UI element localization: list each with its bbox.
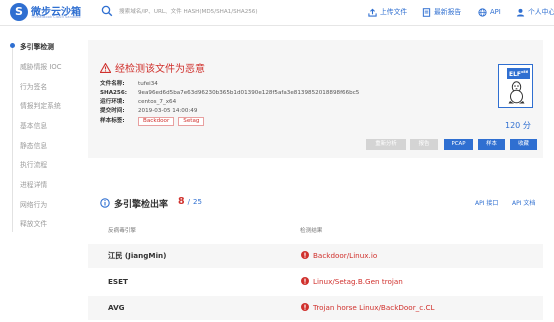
meta-value: 2019-03-05 14:00:49 <box>138 108 198 114</box>
brand-subtitle: ThreatBook Cloud Sandbox <box>31 15 81 19</box>
pcap-label: PCAP <box>451 141 466 147</box>
detection-title: 多引擎检出率 <box>114 200 169 210</box>
sidebar-item-ioc[interactable]: 威胁情报 IOC <box>20 61 61 71</box>
upload-label: 上传文件 <box>380 8 408 16</box>
detection-result: Trojan horse Linux/BackDoor_c.CL <box>301 303 435 312</box>
result-text: Linux/Setag.B.Gen trojan <box>313 277 403 286</box>
sidebar-item-signatures[interactable]: 行为签名 <box>20 81 47 91</box>
search-input[interactable] <box>119 6 329 18</box>
sidebar-item-intel-judgement[interactable]: 情报判定系统 <box>20 100 61 110</box>
meta-tags: 样本标签: Backdoor Setag <box>100 117 208 126</box>
info-icon <box>100 198 110 208</box>
search-icon[interactable] <box>101 5 113 17</box>
sidebar-item-process-details[interactable]: 进程详情 <box>20 179 47 189</box>
search-box <box>101 5 329 20</box>
report-label: 报告 <box>418 141 430 147</box>
meta-label: 运行环境: <box>100 99 125 105</box>
upload-link[interactable]: 上传文件 <box>368 6 407 18</box>
verdict-panel: 经检测该文件为恶意 文件名称: tufei34 SHA256: 9ea96ed6d5… <box>88 40 543 158</box>
reanalyze-label: 重新分析 <box>375 141 397 147</box>
sidebar-item-basic-info[interactable]: 基本信息 <box>20 120 47 130</box>
sidebar-item-multi-engine[interactable]: 多引擎检测 <box>20 41 54 51</box>
meta-label: 提交时间: <box>100 108 125 114</box>
api-link[interactable]: API <box>478 6 501 18</box>
api-label: API <box>490 8 501 16</box>
favorite-label: 收藏 <box>518 141 529 147</box>
elf-file-icon: ELFx86 <box>498 64 533 108</box>
globe-icon <box>478 7 487 17</box>
report-icon <box>422 7 431 17</box>
engine-name: 江民 (JiangMin) <box>108 251 167 260</box>
top-bar: S 微步云沙箱 ThreatBook Cloud Sandbox 上传文件 最新… <box>0 0 554 26</box>
meta-value[interactable]: 9ea96ed6d5ba7e63d96230b365b1d01390e128f5… <box>138 90 359 96</box>
sidebar-item-static-info[interactable]: 静态信息 <box>20 140 47 150</box>
tag-setag[interactable]: Setag <box>178 117 205 126</box>
meta-value: centos_7_x64 <box>138 99 177 105</box>
report-button[interactable]: 报告 <box>410 139 438 150</box>
pcap-button[interactable]: PCAP <box>444 139 473 150</box>
meta-submit-time: 提交时间: 2019-03-05 14:00:49 <box>100 107 197 116</box>
user-center-link[interactable]: 个人中心 <box>516 6 554 18</box>
file-type-text: ELF <box>509 71 522 78</box>
verdict-text: 经检测该文件为恶意 <box>115 64 205 75</box>
col-engine: 反病毒引擎 <box>108 228 136 234</box>
detection-result: Linux/Setag.B.Gen trojan <box>301 277 403 286</box>
meta-environment: 运行环境: centos_7_x64 <box>100 98 176 107</box>
result-text: Trojan horse Linux/BackDoor_c.CL <box>313 303 435 312</box>
result-text: Backdoor/Linux.io <box>313 251 378 260</box>
file-score: 120 分 <box>505 121 531 130</box>
sidebar-item-network[interactable]: 网络行为 <box>20 199 47 209</box>
logo-mark: S <box>10 3 28 21</box>
count-separator: / <box>187 198 191 206</box>
user-center-label: 个人中心 <box>528 8 554 16</box>
table-row: ESET Linux/Setag.B.Gen trojan <box>88 270 543 294</box>
engine-name: ESET <box>108 277 128 286</box>
meta-sha256: SHA256: 9ea96ed6d5ba7e63d96230b365b1d0139… <box>100 89 359 98</box>
table-row: 江民 (JiangMin) Backdoor/Linux.io <box>88 244 543 268</box>
reports-link[interactable]: 最新报告 <box>422 6 461 18</box>
sample-button[interactable]: 样本 <box>478 139 505 150</box>
meta-label: 文件名称: <box>100 81 125 87</box>
table-header: 反病毒引擎 检测结果 <box>88 222 543 236</box>
alert-icon <box>301 277 309 285</box>
alert-icon <box>301 251 309 259</box>
file-arch-text: x86 <box>521 70 529 74</box>
api-doc-link[interactable]: API 文档 <box>512 198 535 207</box>
meta-filename: 文件名称: tufei34 <box>100 80 158 89</box>
table-row: AVG Trojan horse Linux/BackDoor_c.CL <box>88 296 543 320</box>
meta-label: 样本标签: <box>100 118 125 124</box>
reports-label: 最新报告 <box>434 8 462 16</box>
sidebar: 多引擎检测 威胁情报 IOC 行为签名 情报判定系统 基本信息 静态信息 执行流… <box>0 34 88 234</box>
meta-value: tufei34 <box>138 81 158 87</box>
sidebar-item-dropped-files[interactable]: 释放文件 <box>20 218 47 228</box>
reanalyze-button[interactable]: 重新分析 <box>366 139 406 150</box>
meta-label: SHA256: <box>100 90 127 96</box>
favorite-button[interactable]: 收藏 <box>510 139 537 150</box>
user-icon <box>516 8 525 17</box>
active-indicator <box>10 43 15 48</box>
sidebar-item-execution-flow[interactable]: 执行流程 <box>20 159 47 169</box>
linux-penguin-icon <box>508 81 525 104</box>
api-interface-link[interactable]: API 接口 <box>475 198 498 207</box>
sample-label: 样本 <box>486 141 497 147</box>
detection-result: Backdoor/Linux.io <box>301 251 377 260</box>
warning-icon <box>100 63 111 73</box>
col-result: 检测结果 <box>300 228 323 234</box>
logo[interactable]: S 微步云沙箱 ThreatBook Cloud Sandbox <box>10 3 90 23</box>
hit-count: 8 <box>178 196 185 207</box>
sidebar-rail <box>12 46 13 232</box>
detection-count: 8 / 25 <box>178 196 202 207</box>
upload-icon <box>368 8 377 17</box>
total-count: 25 <box>193 198 202 206</box>
tag-backdoor[interactable]: Backdoor <box>138 117 175 126</box>
file-type-badge: ELFx86 <box>507 68 531 79</box>
alert-icon <box>301 303 309 311</box>
verdict-title: 经检测该文件为恶意 <box>100 60 205 75</box>
engine-name: AVG <box>108 303 125 312</box>
